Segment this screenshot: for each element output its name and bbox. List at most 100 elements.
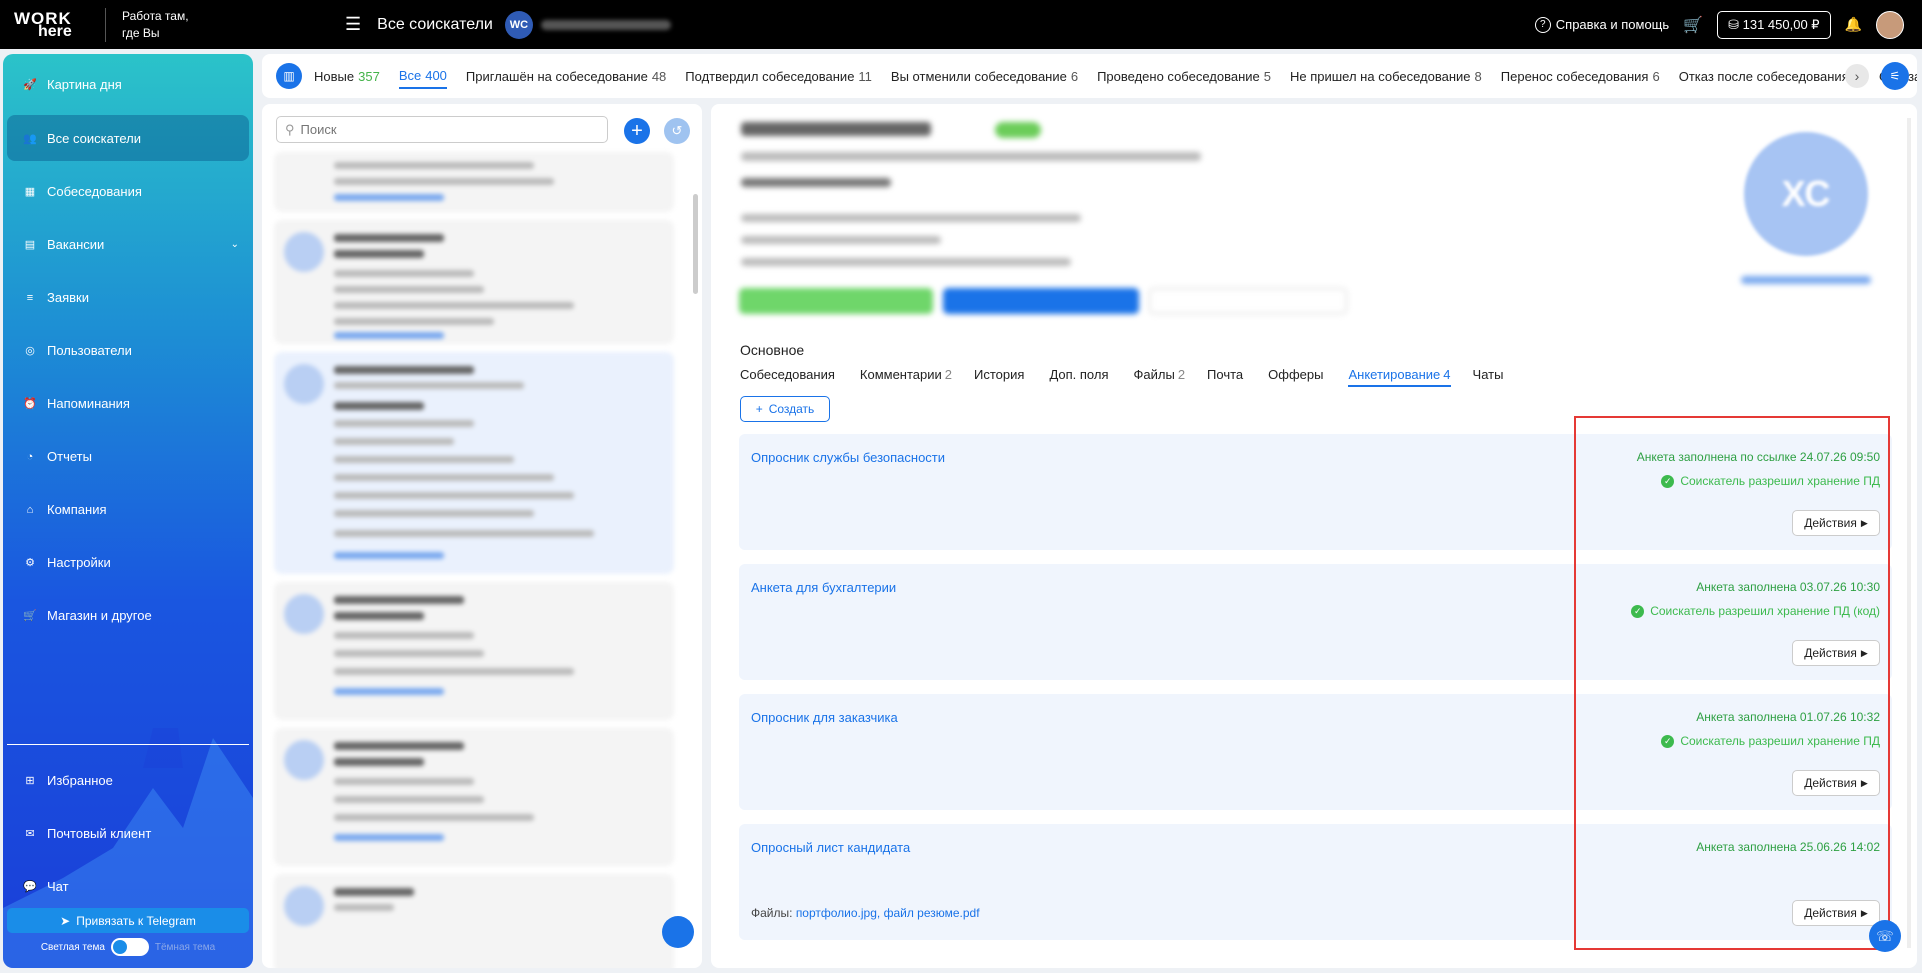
users-icon: 👥 <box>23 132 37 145</box>
sidebar-item-candidates[interactable]: 👥 Все соискатели <box>7 115 249 161</box>
tab-offers[interactable]: Офферы <box>1268 367 1326 387</box>
sidebar-label: Настройки <box>47 555 111 570</box>
tab-chats[interactable]: Чаты <box>1473 367 1507 387</box>
wallet-icon: ⛁ <box>1728 16 1739 32</box>
sidebar-item-vacancies[interactable]: ▤ Вакансии ⌄ <box>3 218 253 271</box>
candidate-card[interactable] <box>274 874 674 968</box>
sidebar-item-reports[interactable]: ◔ Отчеты <box>3 430 253 483</box>
questionnaire-title[interactable]: Анкета для бухгалтерии <box>751 580 896 595</box>
tab-all[interactable]: Все 400 <box>398 64 447 89</box>
menu-toggle-icon[interactable]: ☰ <box>345 14 361 35</box>
sidebar-divider <box>7 744 249 745</box>
sidebar-label: Все соискатели <box>47 130 142 146</box>
candidate-card[interactable] <box>274 728 674 866</box>
detail-tabs: Собеседования Комментарии 2 История Доп. … <box>740 367 1506 387</box>
sidebar-item-day[interactable]: 🚀 Картина дня <box>3 58 253 111</box>
theme-light-label: Светлая тема <box>40 941 105 953</box>
candidate-card[interactable] <box>274 582 674 720</box>
add-candidate-button[interactable]: + <box>624 118 650 144</box>
list-scrollbar[interactable] <box>693 194 698 294</box>
company-avatar[interactable]: WC <box>504 10 533 39</box>
actions-button[interactable]: Действия ▶ <box>1792 770 1880 796</box>
sidebar-item-favorites[interactable]: ⊞ Избранное <box>3 754 253 807</box>
files-link[interactable]: портфолио.jpg, файл резюме.pdf <box>796 906 980 920</box>
candidate-card[interactable] <box>274 220 674 344</box>
blurred-candidate-header <box>711 104 1917 334</box>
questionnaire-card: Опросник службы безопасности Анкета запо… <box>739 434 1892 550</box>
search-icon: ⚲ <box>285 121 295 137</box>
help-link[interactable]: ? Справка и помощь <box>1534 16 1670 33</box>
toggle-knob <box>112 940 127 954</box>
filter-settings-icon[interactable]: ⚟ <box>1881 62 1909 90</box>
search-box[interactable]: ⚲ <box>276 116 608 143</box>
chevron-right-icon[interactable]: › <box>1845 64 1869 88</box>
alarm-icon: ⏰ <box>23 398 37 410</box>
tab-confirmed[interactable]: Подтвердил собеседование 11 <box>685 65 872 88</box>
sidebar-label: Собеседования <box>47 184 142 199</box>
bell-icon[interactable]: 🔔 <box>1845 16 1862 33</box>
user-avatar[interactable] <box>1876 10 1904 39</box>
sidebar-item-chat[interactable]: 💬 Чат <box>3 860 253 913</box>
telegram-icon: ➤ <box>60 913 71 928</box>
tab-history[interactable]: История <box>974 367 1027 387</box>
sidebar-label: Отчеты <box>47 449 92 464</box>
tab-questionnaires[interactable]: Анкетирование 4 <box>1348 367 1451 387</box>
candidate-card[interactable] <box>274 152 674 212</box>
tab-mail[interactable]: Почта <box>1207 367 1246 387</box>
sidebar-item-reminders[interactable]: ⏰ Напоминания <box>3 377 253 430</box>
tab-conducted[interactable]: Проведено собеседование 5 <box>1097 65 1271 88</box>
questionnaire-title[interactable]: Опросник для заказчика <box>751 710 898 725</box>
tab-invited[interactable]: Приглашён на собеседование 48 <box>466 65 666 88</box>
sidebar-item-mail[interactable]: ✉ Почтовый клиент <box>3 807 253 860</box>
detail-scrollbar[interactable] <box>1907 118 1911 948</box>
sidebar-item-users[interactable]: ◎ Пользователи <box>3 324 253 377</box>
questionnaire-title[interactable]: Опросный лист кандидата <box>751 840 910 855</box>
actions-button[interactable]: Действия ▶ <box>1792 640 1880 666</box>
tab-new[interactable]: Новые 357 <box>314 65 380 88</box>
actions-button[interactable]: Действия ▶ <box>1792 900 1880 926</box>
floating-action-button[interactable] <box>662 916 694 948</box>
tab-files[interactable]: Файлы 2 <box>1134 367 1186 387</box>
tab-interviews[interactable]: Собеседования <box>740 367 838 387</box>
tab-comments[interactable]: Комментарии 2 <box>860 367 952 387</box>
questionnaire-title[interactable]: Опросник службы безопасности <box>751 450 945 465</box>
theme-switch: Светлая тема Тёмная тема <box>3 938 253 956</box>
tab-no-show[interactable]: Не пришел на собеседование 8 <box>1290 65 1482 88</box>
logo[interactable]: WORK here <box>14 10 88 40</box>
caret-right-icon: ▶ <box>1860 517 1868 528</box>
tab-cancelled[interactable]: Вы отменили собеседование 6 <box>891 65 1078 88</box>
sidebar-item-interviews[interactable]: ▦ Собеседования <box>3 165 253 218</box>
check-circle-icon: ✓ <box>1661 474 1675 488</box>
create-questionnaire-button[interactable]: + Создать <box>740 396 830 422</box>
help-label: Справка и помощь <box>1555 17 1670 32</box>
tab-rescheduled[interactable]: Перенос собеседования 6 <box>1501 65 1660 88</box>
consent-status: ✓ Соискатель разрешил хранение ПД <box>1661 474 1880 488</box>
cart-icon[interactable]: 🛒 <box>1683 15 1703 35</box>
tab-extra-fields[interactable]: Доп. поля <box>1049 367 1111 387</box>
sidebar-item-settings[interactable]: ⚙ Настройки <box>3 536 253 589</box>
sidebar: 🚀 Картина дня 👥 Все соискатели ▦ Собеседова… <box>3 54 253 968</box>
rocket-icon: 🚀 <box>23 79 37 91</box>
actions-button[interactable]: Действия ▶ <box>1792 510 1880 536</box>
stats-icon[interactable]: ▥ <box>276 63 302 89</box>
consent-status: ✓ Соискатель разрешил хранение ПД (код) <box>1631 604 1880 618</box>
balance-button[interactable]: ⛁ 131 450,00 ₽ <box>1717 10 1831 39</box>
support-chat-icon[interactable]: ☏ <box>1869 920 1901 952</box>
sidebar-item-requests[interactable]: ≡ Заявки <box>3 271 253 324</box>
top-bar: WORK here Работа там, где Вы ☰ Все соиск… <box>0 0 1922 49</box>
sidebar-item-shop[interactable]: 🛒 Магазин и другое <box>3 589 253 642</box>
telegram-button[interactable]: ➤ Привязать к Telegram <box>7 908 249 933</box>
sidebar-label: Заявки <box>47 290 89 305</box>
slogan: Работа там, где Вы <box>105 7 285 42</box>
theme-toggle[interactable] <box>110 938 149 956</box>
sidebar-item-company[interactable]: ⌂ Компания <box>3 483 253 536</box>
blurred-company-name <box>540 19 671 30</box>
create-label: Создать <box>768 402 815 416</box>
questionnaire-card: Анкета для бухгалтерии Анкета заполнена … <box>739 564 1892 680</box>
page-title: Все соискатели <box>377 15 493 33</box>
search-input[interactable] <box>300 122 581 137</box>
sidebar-label: Картина дня <box>47 77 122 92</box>
tab-rejected-after[interactable]: Отказ после собеседования7 <box>1679 65 1860 88</box>
candidate-card-selected[interactable] <box>274 352 674 574</box>
history-icon[interactable]: ↺ <box>664 118 690 144</box>
